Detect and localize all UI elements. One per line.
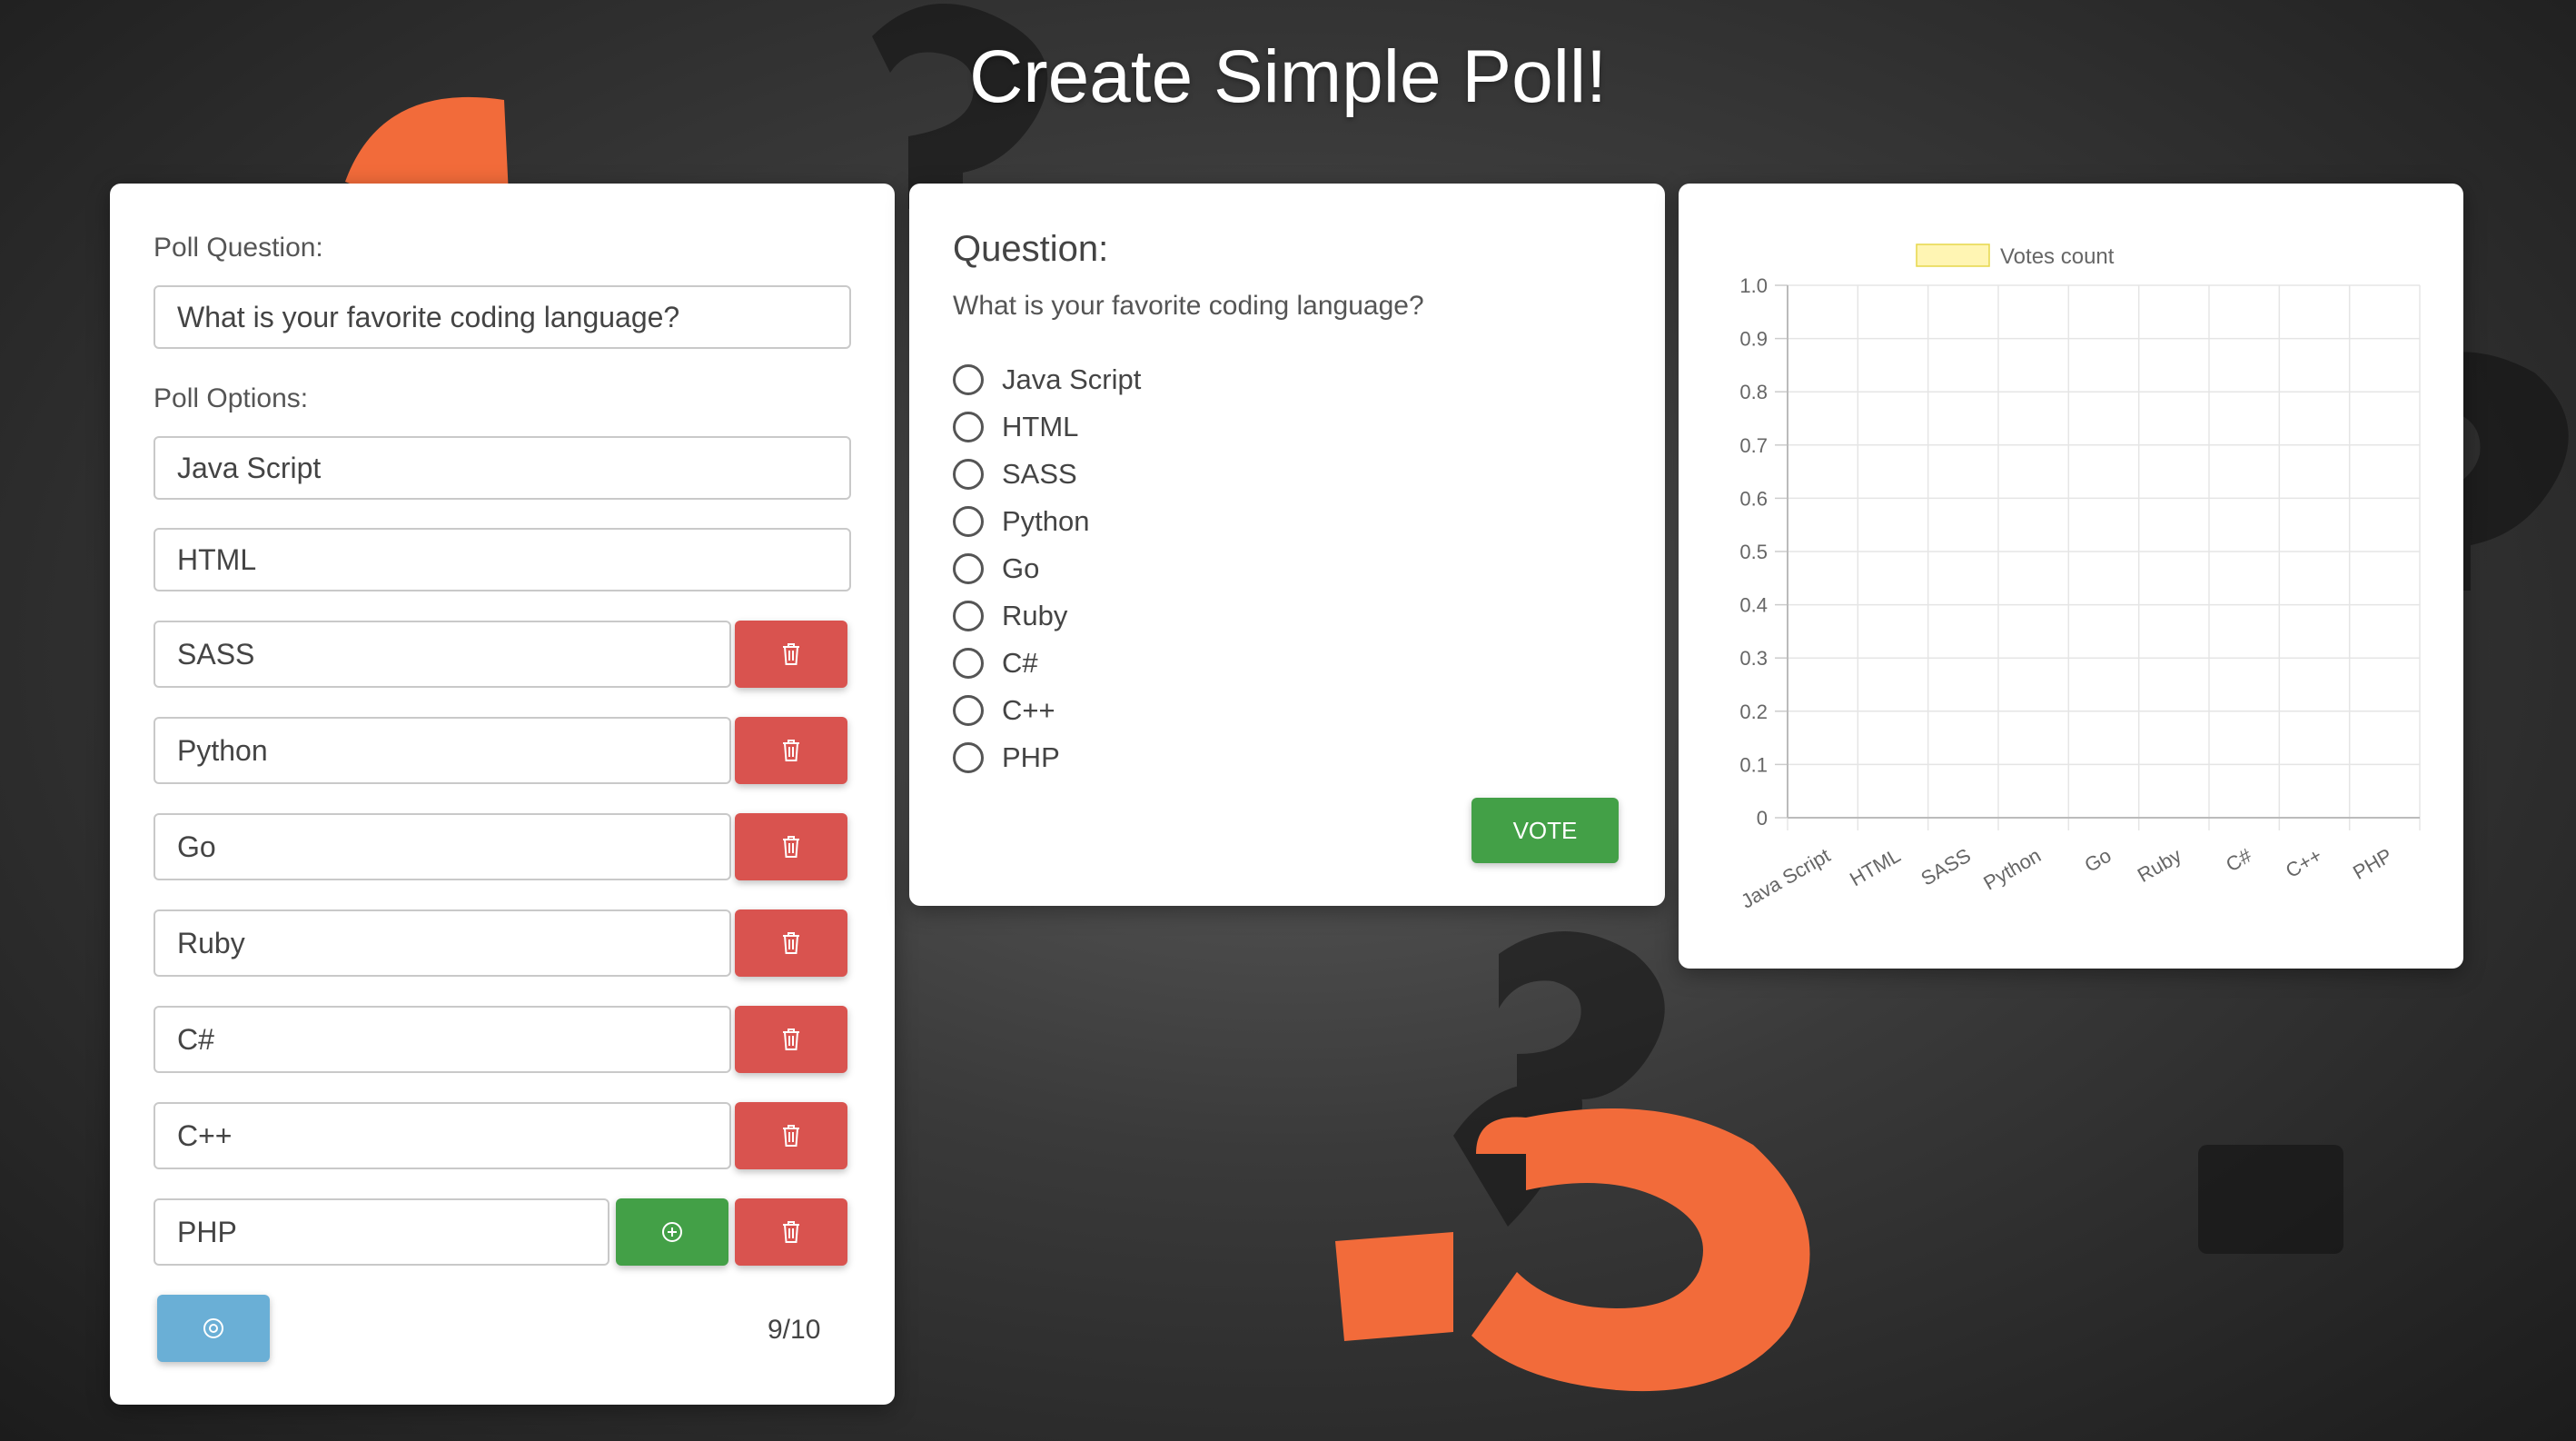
trash-icon [783, 1029, 799, 1050]
trash-icon [783, 932, 799, 954]
option-input[interactable] [154, 1198, 609, 1266]
vote-option-label: Go [1002, 552, 1040, 584]
legend-label: Votes count [2000, 244, 2115, 269]
vote-option[interactable]: HTML [953, 407, 1078, 447]
delete-option-button[interactable] [735, 1102, 847, 1169]
option-input[interactable] [154, 909, 731, 977]
radio-button[interactable] [953, 648, 984, 679]
vote-option[interactable]: Ruby [953, 596, 1067, 636]
legend-swatch [1916, 243, 1990, 267]
radio-button[interactable] [953, 742, 984, 773]
y-tick-label: 1.0 [1739, 274, 1768, 297]
delete-option-button[interactable] [735, 909, 847, 977]
target-icon [203, 1318, 223, 1338]
vote-option-label: SASS [1002, 458, 1077, 490]
delete-option-button[interactable] [735, 1198, 847, 1266]
page-title: Create Simple Poll! [969, 35, 1607, 118]
x-tick-label: Java Script [1737, 844, 1834, 913]
radio-button[interactable] [953, 412, 984, 442]
y-tick-label: 0.5 [1739, 541, 1768, 563]
x-tick-label: Go [2081, 844, 2115, 877]
vote-option-label: C++ [1002, 694, 1055, 726]
question-text: What is your favorite coding language? [953, 291, 1424, 321]
add-option-button[interactable] [616, 1198, 728, 1266]
y-tick-label: 0.3 [1739, 647, 1768, 670]
question-heading: Question: [953, 229, 1109, 269]
x-tick-label: PHP [2349, 844, 2396, 884]
vote-option[interactable]: C++ [953, 691, 1055, 730]
delete-option-button[interactable] [735, 1006, 847, 1073]
option-input[interactable] [154, 813, 731, 880]
option-input[interactable] [154, 621, 731, 688]
option-input[interactable] [154, 1006, 731, 1073]
x-tick-label: C# [2222, 843, 2256, 876]
radio-button[interactable] [953, 459, 984, 490]
y-tick-label: 0 [1757, 807, 1768, 830]
vote-option-label: PHP [1002, 741, 1060, 773]
y-tick-label: 0.8 [1739, 381, 1768, 403]
x-tick-label: Python [1979, 844, 2045, 895]
delete-option-button[interactable] [735, 813, 847, 880]
vote-option-label: C# [1002, 647, 1038, 679]
trash-icon [783, 1221, 799, 1243]
y-tick-label: 0.2 [1739, 701, 1768, 723]
vote-option[interactable]: Python [953, 502, 1090, 542]
poll-editor-card: Poll Question: Poll Options: 9/10 [110, 184, 895, 1405]
poll-question-input[interactable] [154, 285, 851, 349]
radio-button[interactable] [953, 553, 984, 584]
vote-option[interactable]: Go [953, 549, 1039, 589]
poll-options-label: Poll Options: [154, 383, 309, 413]
y-tick-label: 0.9 [1739, 328, 1768, 351]
option-counter: 9/10 [768, 1315, 821, 1345]
option-input[interactable] [154, 528, 851, 591]
delete-option-button[interactable] [735, 717, 847, 784]
radio-button[interactable] [953, 695, 984, 726]
x-tick-label: SASS [1917, 844, 1974, 890]
vote-button[interactable]: VOTE [1471, 798, 1619, 863]
vote-option-label: HTML [1002, 411, 1079, 442]
results-chart-card: Votes count 1.0 0.9 0.8 0.7 0.6 0.5 0.4 0.3 0.2 0.… [1679, 184, 2463, 969]
vote-option[interactable]: C# [953, 643, 1038, 683]
vote-option[interactable]: Java Script [953, 360, 1141, 400]
radio-button[interactable] [953, 364, 984, 395]
radio-button[interactable] [953, 601, 984, 631]
x-tick-label: HTML [1846, 844, 1904, 891]
vote-option[interactable]: SASS [953, 454, 1077, 494]
y-tick-label: 0.7 [1739, 434, 1768, 457]
x-tick-label: C++ [2282, 844, 2326, 882]
votes-bar-chart: Votes count 1.0 0.9 0.8 0.7 0.6 0.5 0.4 0.3 0.2 0.… [1737, 243, 2421, 913]
trash-icon [783, 740, 799, 761]
x-tick-label: Ruby [2134, 844, 2185, 887]
vote-option[interactable]: PHP [953, 738, 1060, 778]
option-input[interactable] [154, 717, 731, 784]
y-tick-label: 0.6 [1739, 487, 1768, 510]
trash-icon [783, 643, 799, 665]
vote-option-label: Java Script [1002, 363, 1142, 395]
y-tick-label: 0.4 [1739, 594, 1768, 617]
y-tick-label: 0.1 [1739, 753, 1768, 776]
option-input[interactable] [154, 1102, 731, 1169]
poll-question-label: Poll Question: [154, 233, 323, 263]
radio-button[interactable] [953, 506, 984, 537]
trash-icon [783, 836, 799, 858]
delete-option-button[interactable] [735, 621, 847, 688]
plus-circle-icon [662, 1222, 682, 1242]
option-input[interactable] [154, 436, 851, 500]
trash-icon [783, 1125, 799, 1147]
vote-option-label: Ruby [1002, 600, 1068, 631]
poll-vote-card: Question: What is your favorite coding l… [909, 184, 1665, 906]
create-poll-button[interactable] [157, 1295, 270, 1362]
vote-option-label: Python [1002, 505, 1090, 537]
